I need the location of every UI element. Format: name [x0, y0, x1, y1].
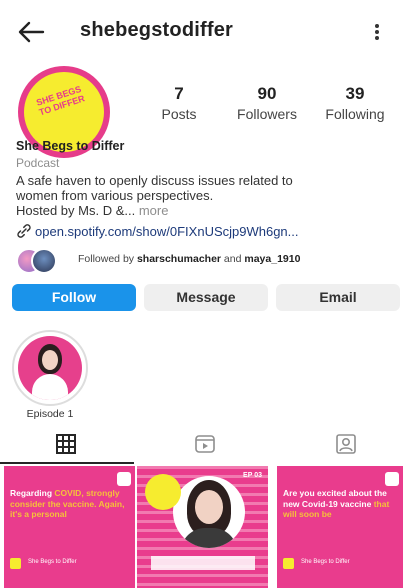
following-count: 39 [345, 84, 365, 103]
highlight-cover [12, 330, 88, 406]
followed-user: maya_1910 [244, 253, 301, 265]
avatar [31, 248, 57, 274]
active-tab-indicator [0, 462, 134, 464]
followers-stat[interactable]: 90 Followers [229, 84, 305, 122]
profile-bio: A safe haven to openly discuss issues re… [16, 173, 396, 218]
story-highlight[interactable]: Episode 1 [12, 330, 88, 420]
following-stat[interactable]: 39 Following [318, 84, 392, 122]
more-vertical-icon[interactable] [370, 22, 384, 44]
followed-user: sharschumacher [136, 253, 221, 265]
email-button[interactable]: Email [276, 284, 400, 311]
brand-logo-icon [145, 474, 181, 510]
followed-by-text: Followed by sharschumacher and maya_1910 [78, 253, 300, 265]
post-thumbnail[interactable]: Regarding COVID, strongly consider the v… [4, 466, 135, 588]
bio-line: Hosted by Ms. D &... [16, 203, 136, 218]
message-button[interactable]: Message [144, 284, 268, 311]
following-label: Following [325, 106, 385, 122]
post-thumbnail[interactable]: EP 03 [137, 466, 268, 588]
brand-logo-icon [10, 558, 21, 569]
reels-icon[interactable] [193, 432, 217, 456]
profile-name: She Begs to Differ [16, 139, 125, 153]
bio-line: A safe haven to openly discuss issues re… [16, 173, 293, 188]
carousel-icon [385, 472, 399, 486]
followed-and: and [223, 253, 242, 265]
avatar-logo: SHE BEGS TO DIFFER [35, 83, 86, 118]
tagged-icon[interactable] [334, 432, 358, 456]
episode-label: EP 03 [243, 472, 262, 479]
followers-label: Followers [237, 106, 297, 122]
posts-label: Posts [161, 106, 197, 122]
carousel-icon [117, 472, 131, 486]
post-thumbnail[interactable]: Are you excited about the new Covid-19 v… [277, 466, 403, 588]
post-caption-bar [151, 556, 255, 570]
followers-count: 90 [257, 84, 277, 103]
bio-line: women from various perspectives. [16, 188, 214, 203]
posts-stat[interactable]: 7 Posts [157, 84, 201, 122]
grid-icon[interactable] [54, 432, 78, 456]
arrow-left-icon[interactable] [16, 18, 46, 46]
link-icon [17, 224, 31, 238]
post-footer-text: She Begs to Differ [301, 559, 350, 565]
post-photo [173, 476, 245, 548]
post-text: Regarding COVID, strongly consider the v… [10, 488, 125, 519]
highlight-label: Episode 1 [26, 408, 74, 420]
post-footer-text: She Begs to Differ [28, 559, 77, 565]
follow-button[interactable]: Follow [12, 284, 136, 311]
profile-tabs [0, 428, 403, 464]
top-bar: shebegstodiffer [0, 0, 403, 62]
profile-category: Podcast [16, 156, 60, 170]
post-text: Are you excited about the new Covid-19 v… [283, 488, 390, 519]
followed-by[interactable]: Followed by sharschumacher and maya_1910 [16, 248, 396, 274]
bio-more-link[interactable]: more [139, 203, 169, 218]
profile-username: shebegstodiffer [80, 19, 234, 41]
profile-website-link[interactable]: open.spotify.com/show/0FIXnUScjp9Wh6gn..… [16, 224, 299, 239]
profile-link-text: open.spotify.com/show/0FIXnUScjp9Wh6gn..… [35, 224, 299, 239]
brand-logo-icon [283, 558, 294, 569]
posts-count: 7 [174, 84, 184, 103]
followed-prefix: Followed by [78, 253, 135, 265]
